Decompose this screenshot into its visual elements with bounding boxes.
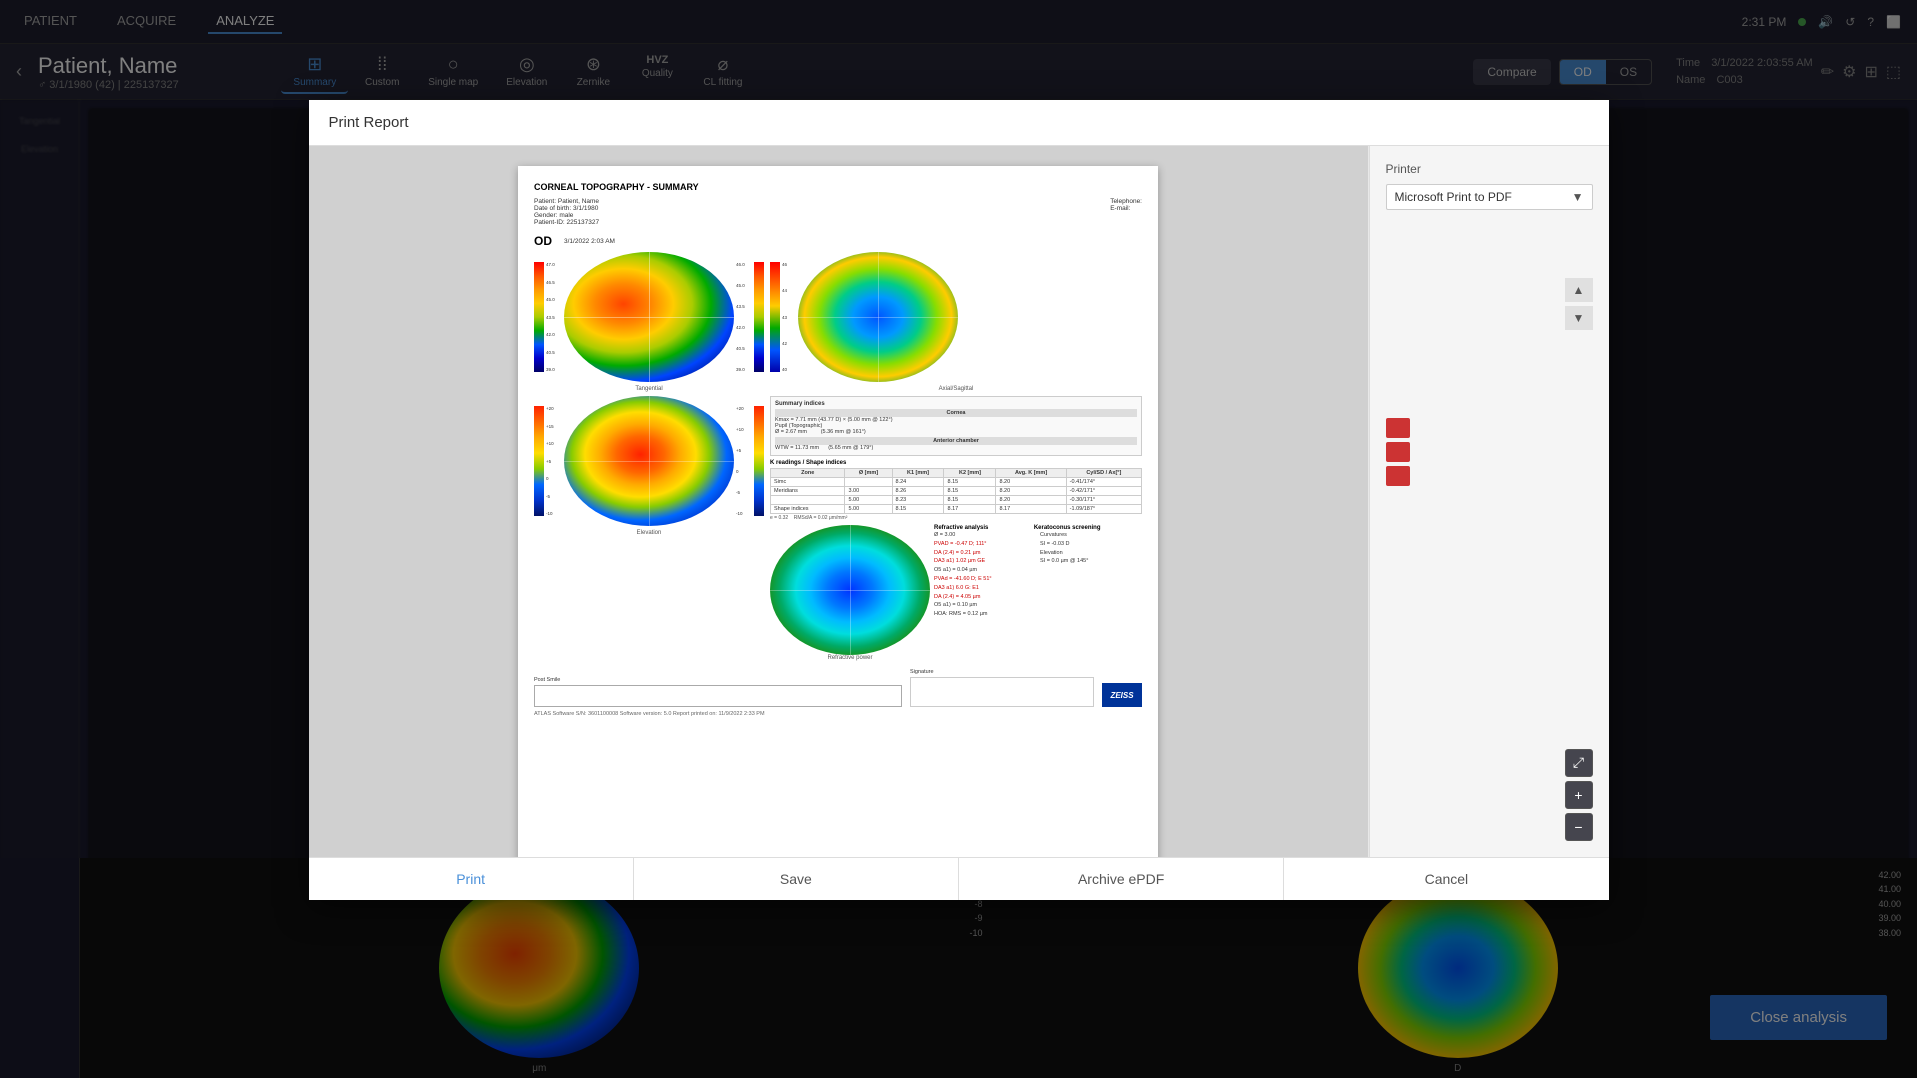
modal-overlay: Print Report CORNEAL TOPOGRAPHY - SUMMAR… <box>0 0 1917 1078</box>
id-value: 225137327 <box>567 219 600 226</box>
report-sidebar: Printer Microsoft Print to PDF ▼ ▲ ▼ <box>1369 146 1609 857</box>
refpower-label: Refractive power <box>770 655 930 661</box>
k-readings-section: K readings / Shape indices ZoneØ [mm]K1 … <box>770 460 1142 521</box>
od-report-label: OD <box>534 234 552 248</box>
report-preview[interactable]: CORNEAL TOPOGRAPHY - SUMMARY Patient: Pa… <box>309 146 1368 857</box>
refpower-map-container: Refractive power <box>770 525 930 661</box>
zeiss-logo: ZEISS <box>1102 683 1142 707</box>
zoom-fullscreen-button[interactable]: ⤢ <box>1565 749 1593 777</box>
refractive-keratoconus: Refractive analysis Keratoconus screenin… <box>934 525 1142 619</box>
save-button[interactable]: Save <box>634 858 959 900</box>
report-patient-name: Patient, Name <box>558 198 599 205</box>
atlas-footer: ATLAS Software S/N: 3601100008 Software … <box>534 711 1142 717</box>
report-heading: CORNEAL TOPOGRAPHY - SUMMARY <box>534 182 1142 192</box>
sagittal-map-container: 4644434240 <box>770 252 1142 382</box>
id-label: Patient-ID: <box>534 219 565 226</box>
sagittal-label: Axial/Sagittal <box>770 386 1142 392</box>
tangential-map-container: 47.046.545.043.542.040.539.0 <box>534 252 764 382</box>
post-smile-section: Post Smile <box>534 677 902 707</box>
print-button[interactable]: Print <box>309 858 634 900</box>
modal-body: CORNEAL TOPOGRAPHY - SUMMARY Patient: Pa… <box>309 146 1609 857</box>
dob-label: Date of birth: <box>534 205 571 212</box>
tangential-label: Tangential <box>534 386 764 392</box>
archive-button[interactable]: Archive ePDF <box>959 858 1284 900</box>
zoom-out-button[interactable]: − <box>1565 813 1593 841</box>
printer-label: Printer <box>1386 162 1593 176</box>
print-report-modal: Print Report CORNEAL TOPOGRAPHY - SUMMAR… <box>309 100 1609 900</box>
color-swatches <box>1386 418 1593 486</box>
patient-label: Patient: <box>534 198 556 205</box>
modal-header: Print Report <box>309 100 1609 146</box>
modal-footer: Print Save Archive ePDF Cancel <box>309 857 1609 900</box>
email-label: E-mail: <box>1110 205 1130 212</box>
printer-selected-value: Microsoft Print to PDF <box>1395 190 1512 204</box>
report-patient-info: Patient: Patient, Name Date of birth: 3/… <box>534 198 1142 226</box>
elevation-label: Elevation <box>534 530 764 536</box>
report-date: 3/1/2022 2:03 AM <box>564 238 615 245</box>
gender-label: Gender: <box>534 212 558 219</box>
scroll-up-button[interactable]: ▲ <box>1565 278 1593 302</box>
modal-title: Print Report <box>329 114 409 131</box>
signature-section: Signature <box>910 669 1094 707</box>
printer-selector[interactable]: Microsoft Print to PDF ▼ <box>1386 184 1593 210</box>
printer-dropdown-arrow: ▼ <box>1572 190 1584 204</box>
color-swatch-red-2[interactable] <box>1386 442 1410 462</box>
report-page: CORNEAL TOPOGRAPHY - SUMMARY Patient: Pa… <box>518 166 1158 857</box>
color-swatch-red-1[interactable] <box>1386 418 1410 438</box>
dob-value: 3/1/1980 <box>573 205 598 212</box>
elevation-map-container: +20+15+10+50-5-10 <box>534 396 764 526</box>
zoom-in-button[interactable]: + <box>1565 781 1593 809</box>
summary-indices: Summary indices Cornea Kmax = 7.71 mm (4… <box>770 396 1142 456</box>
color-swatch-red-3[interactable] <box>1386 466 1410 486</box>
cancel-button[interactable]: Cancel <box>1284 858 1608 900</box>
scroll-down-button[interactable]: ▼ <box>1565 306 1593 330</box>
gender-value: male <box>559 212 573 219</box>
telephone-label: Telephone: <box>1110 198 1142 205</box>
report-footer: Post Smile Signature ZEISS <box>534 669 1142 707</box>
